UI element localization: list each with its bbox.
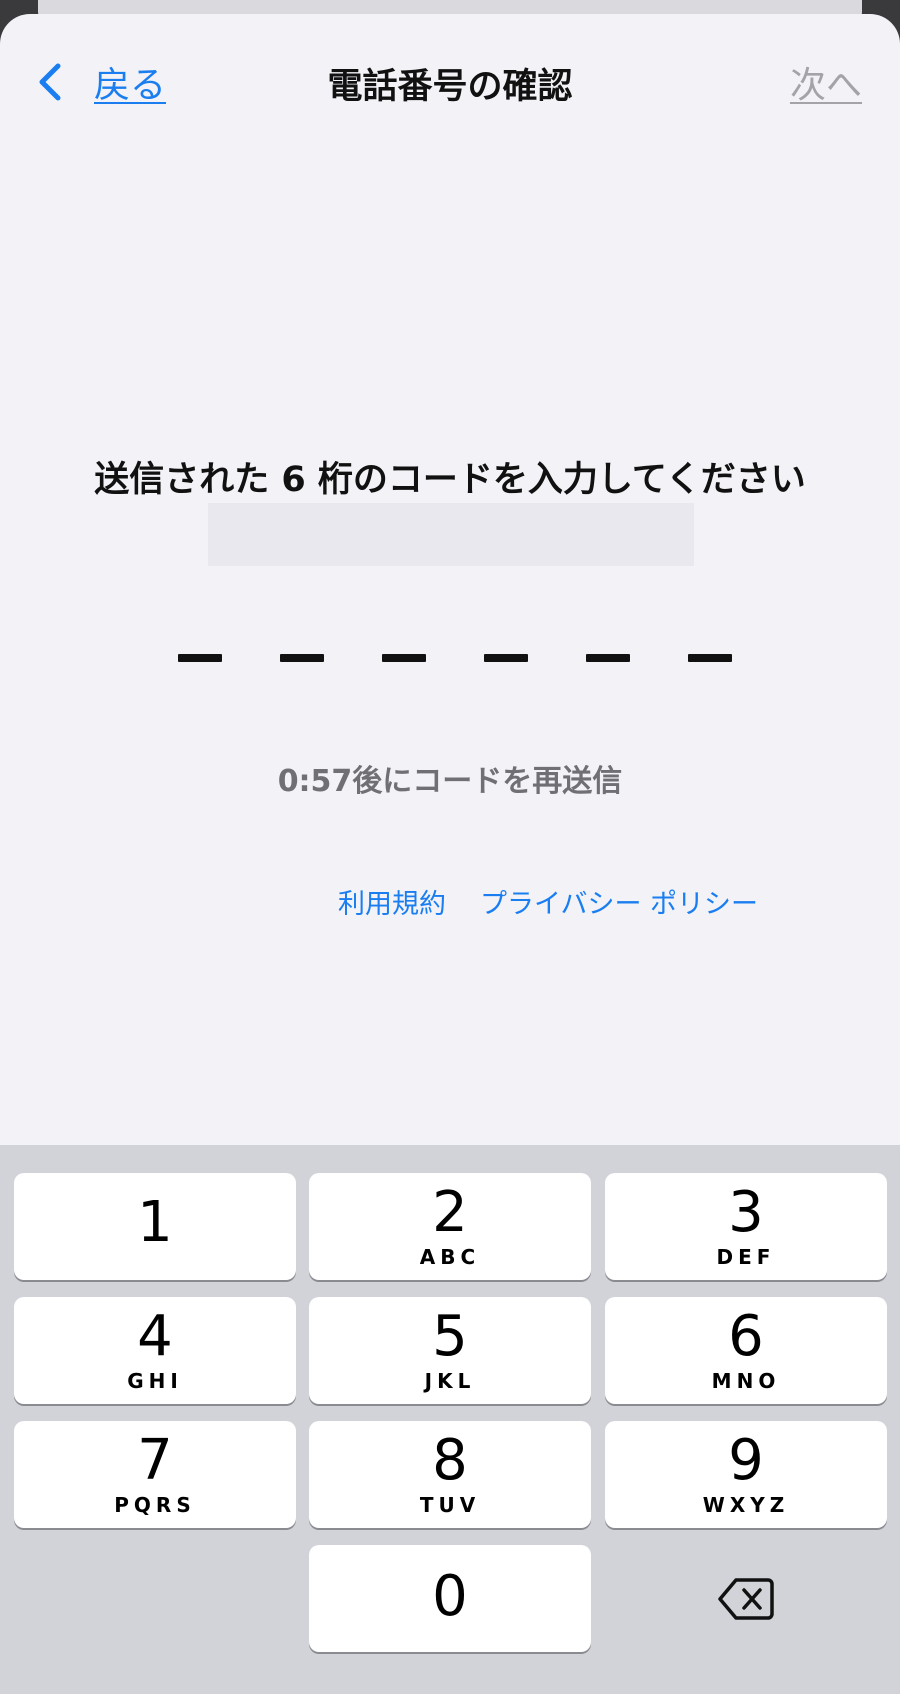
code-input[interactable] xyxy=(178,654,732,666)
code-slot-5 xyxy=(586,654,630,662)
terms-link[interactable]: 利用規約 xyxy=(338,889,446,920)
code-slot-6 xyxy=(688,654,732,662)
legal-links: 利用規約 プライバシー ポリシー xyxy=(338,882,758,921)
code-prompt: 送信された 6 桁のコードを入力してください xyxy=(94,460,806,500)
key-5[interactable]: 5 JKL xyxy=(309,1297,591,1404)
key-9[interactable]: 9 WXYZ xyxy=(605,1421,887,1528)
key-8[interactable]: 8 TUV xyxy=(309,1421,591,1528)
delete-key[interactable] xyxy=(605,1545,887,1652)
key-6[interactable]: 6 MNO xyxy=(605,1297,887,1404)
delete-backward-icon xyxy=(718,1577,774,1620)
code-slot-3 xyxy=(382,654,426,662)
key-1[interactable]: 1 xyxy=(14,1173,296,1280)
code-slot-2 xyxy=(280,654,324,662)
home-indicator-area xyxy=(0,1660,900,1694)
key-4[interactable]: 4 GHI xyxy=(14,1297,296,1404)
next-button[interactable]: 次へ xyxy=(790,56,862,108)
page-title: 電話番号の確認 xyxy=(327,67,573,107)
navigation-bar: 戻る 電話番号の確認 次へ xyxy=(0,14,900,144)
key-0[interactable]: 0 xyxy=(309,1545,591,1652)
code-slot-1 xyxy=(178,654,222,662)
privacy-policy-link[interactable]: プライバシー ポリシー xyxy=(480,889,758,920)
key-7[interactable]: 7 PQRS xyxy=(14,1421,296,1528)
phone-number-redaction xyxy=(208,503,694,566)
key-3[interactable]: 3 DEF xyxy=(605,1173,887,1280)
key-2[interactable]: 2 ABC xyxy=(309,1173,591,1280)
code-slot-4 xyxy=(484,654,528,662)
resend-countdown: 0:57後にコードを再送信 xyxy=(277,764,623,799)
